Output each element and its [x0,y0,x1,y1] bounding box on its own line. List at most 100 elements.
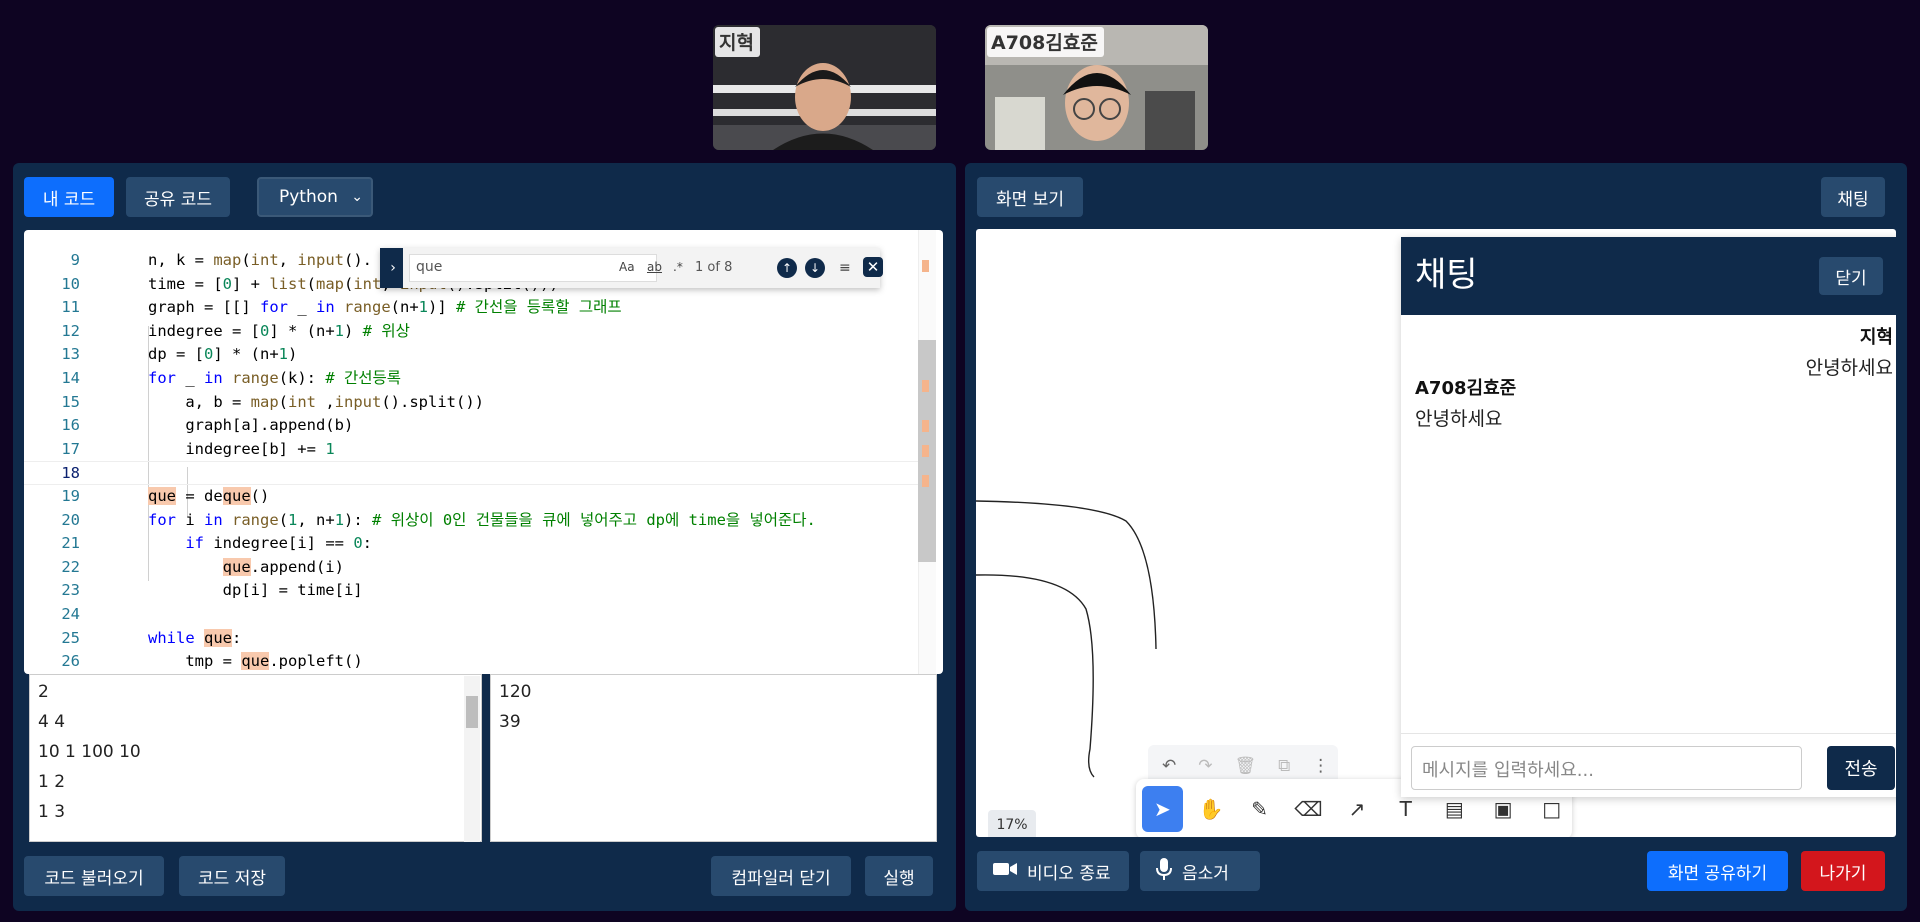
find-widget: › que Aa ab .* 1 of 8 ↑ ↓ ≡ ✕ [380,248,883,288]
arrow-icon[interactable]: ↗ [1337,786,1378,832]
video-tile-hyojun: A708김효준 [985,25,1208,150]
participant-name: A708김효준 [987,27,1104,57]
find-match-count: 1 of 8 [695,260,733,275]
code-text: tmp = que.popleft() [148,652,363,671]
chat-message: A708김효준 안녕하세요 [1415,374,1516,431]
stdin-scrollbar-thumb[interactable] [466,696,478,728]
send-button[interactable]: 전송 [1827,746,1895,790]
message-text: 안녕하세요 [1415,408,1503,430]
regex-toggle[interactable]: .* [673,260,683,274]
code-editor[interactable]: 9 n, k = map(int, input(). 10 time = [0] +… [24,230,943,674]
chat-close-button[interactable]: 닫기 [1819,257,1883,295]
whole-word-toggle[interactable]: ab [647,260,662,274]
stdin-line: 1 2 [38,772,66,792]
view-panel: 화면 보기 채팅 ↶ ↷ 🗑 ⧉ ⋮ ➤ ✋ ✎ ⌫ ↗ T ▤ ▣ □ 17% [965,163,1907,911]
chat-panel: 채팅 닫기 지혁 안녕하세요 A708김효준 안녕하세요 메시지를 입력하세요.… [1401,237,1896,797]
find-in-selection-icon[interactable]: ≡ [839,260,851,276]
message-author: A708김효준 [1415,378,1517,399]
code-text: graph = [[] for _ in range(n+1)] # 간선을 등… [148,298,622,317]
chat-input-row: 메시지를 입력하세요... 전송 [1401,733,1896,797]
code-line: 21 if indegree[i] == 0: [24,532,929,556]
code-panel: 내 코드 공유 코드 Python ⌄ 9 n, k = map(int, inp… [13,163,956,911]
chat-message-input[interactable]: 메시지를 입력하세요... [1411,746,1802,790]
run-button[interactable]: 실행 [865,856,933,896]
line-number: 26 [61,652,80,671]
line-number: 21 [61,534,80,553]
stdin-input[interactable]: 2 4 4 10 1 100 10 1 2 1 3 [29,674,482,842]
stop-video-button[interactable]: 비디오 종료 [977,851,1129,891]
undo-icon[interactable]: ↶ [1162,756,1176,776]
save-code-button[interactable]: 코드 저장 [179,856,285,896]
arrow-up-icon[interactable]: ↑ [777,258,797,278]
chat-toggle-button[interactable]: 채팅 [1821,177,1885,217]
line-number: 10 [61,274,80,293]
zoom-level[interactable]: 17% [988,810,1036,837]
stop-video-label: 비디오 종료 [1027,863,1111,884]
redo-icon[interactable]: ↷ [1198,756,1212,776]
message-text: 안녕하세요 [1805,357,1893,379]
hand-icon[interactable]: ✋ [1191,786,1232,832]
stdin-line: 10 1 100 10 [38,742,141,762]
code-text: dp[i] = time[i] [148,581,363,600]
code-text: while que: [148,628,242,647]
code-line: 16 graph[a].append(b) [24,414,929,438]
load-code-button[interactable]: 코드 불러오기 [24,856,164,896]
close-compiler-button[interactable]: 컴파일러 닫기 [711,856,851,896]
code-line: 14 for _ in range(k): # 간선등록 [24,367,929,391]
line-number: 18 [61,464,80,483]
code-line: 20 for i in range(1, n+1): # 위상이 0인 건물들을 … [24,509,929,533]
minimap-match-mark [922,260,929,272]
video-camera-icon [993,861,1017,882]
select-cursor-icon[interactable]: ➤ [1142,786,1183,832]
code-text: indegree = [0] * (n+1) # 위상 [148,321,410,340]
whiteboard[interactable]: ↶ ↷ 🗑 ⧉ ⋮ ➤ ✋ ✎ ⌫ ↗ T ▤ ▣ □ 17% 채팅 닫기 지혁 [976,229,1896,837]
code-line: 19 que = deque() [24,485,929,509]
line-number: 15 [61,392,80,411]
trash-icon[interactable]: 🗑 [1235,756,1257,776]
stdout-line: 39 [499,712,521,732]
code-line: 24 [24,603,929,627]
line-number: 12 [61,321,80,340]
chat-message: 지혁 안녕하세요 [1806,323,1893,380]
chat-header: 채팅 닫기 [1401,237,1896,315]
code-text: indegree[b] += 1 [148,439,335,458]
code-line: 15 a, b = map(int ,input().split()) [24,391,929,415]
stdout-line: 120 [499,682,532,702]
shared-code-tab[interactable]: 공유 코드 [126,177,230,217]
share-screen-button[interactable]: 화면 공유하기 [1647,851,1788,891]
stdin-line: 2 [38,682,49,702]
code-line: 25 while que: [24,627,929,651]
chevron-down-icon: ⌄ [351,189,363,205]
chevron-right-icon[interactable]: › [383,248,403,288]
participant-name: 지혁 [715,27,760,57]
duplicate-icon[interactable]: ⧉ [1278,756,1290,776]
match-case-toggle[interactable]: Aa [619,260,635,274]
code-line: 17 indegree[b] += 1 [24,438,929,462]
code-lines: 9 n, k = map(int, input(). 10 time = [0] +… [24,249,929,674]
line-number: 17 [61,439,80,458]
code-text: if indegree[i] == 0: [185,534,372,553]
arrow-down-icon[interactable]: ↓ [805,258,825,278]
code-line: 11 graph = [[] for _ in range(n+1)] # 간선을… [24,296,929,320]
line-number: 24 [61,604,80,623]
message-author: 지혁 [1859,327,1893,348]
code-line: 26 tmp = que.popleft() [24,650,929,674]
line-number: 14 [61,368,80,387]
my-code-tab[interactable]: 내 코드 [24,177,114,217]
code-text: dp = [0] * (n+1) [148,345,298,364]
minimap-match-mark [922,445,929,457]
code-text: graph[a].append(b) [148,416,354,435]
eraser-icon[interactable]: ⌫ [1288,786,1329,832]
more-icon[interactable]: ⋮ [1312,756,1329,776]
chat-title: 채팅 [1415,255,1478,295]
code-line-current: 18 [24,461,929,485]
leave-button[interactable]: 나가기 [1801,851,1885,891]
stdin-scrollbar[interactable] [464,676,480,842]
close-icon[interactable]: ✕ [863,257,883,277]
screen-view-button[interactable]: 화면 보기 [977,177,1083,217]
pencil-icon[interactable]: ✎ [1239,786,1280,832]
code-line: 12 indegree = [0] * (n+1) # 위상 [24,320,929,344]
language-select[interactable]: Python ⌄ [257,177,373,217]
code-text: que = deque() [148,486,270,505]
mute-button[interactable]: 음소거 [1140,851,1260,891]
